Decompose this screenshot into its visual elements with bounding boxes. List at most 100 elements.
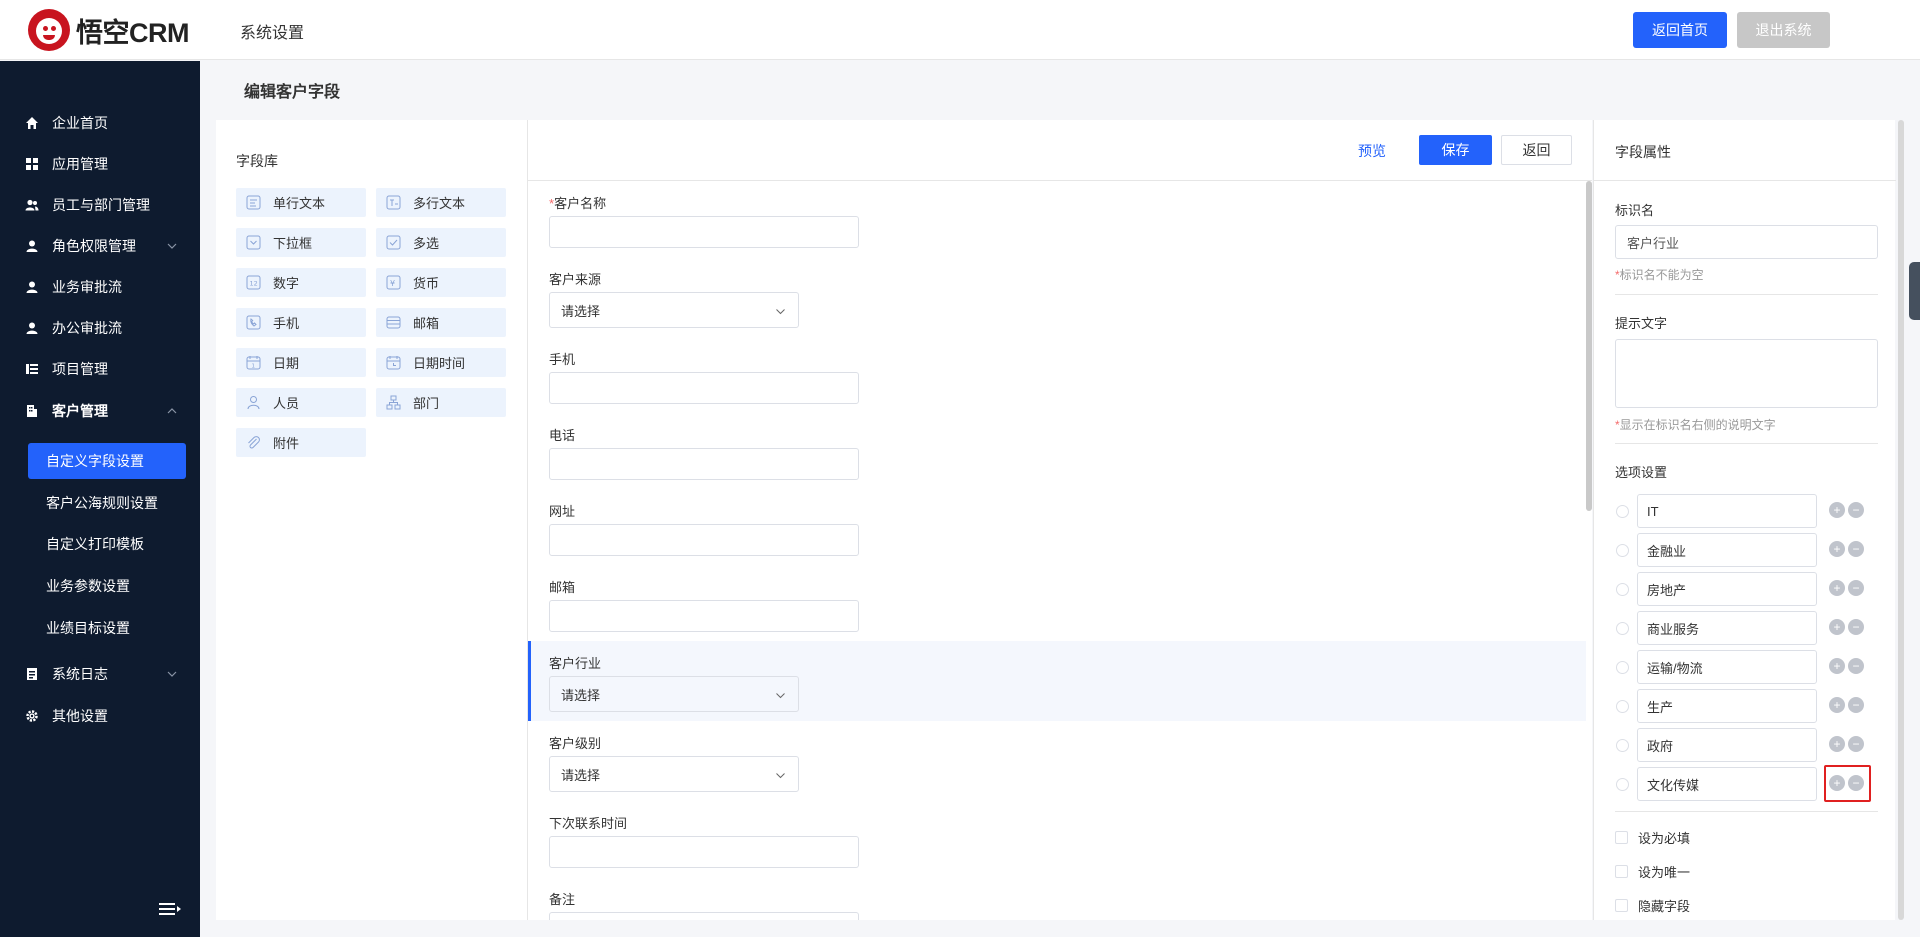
- svg-text:1: 1: [252, 364, 256, 370]
- option-default-radio[interactable]: [1616, 700, 1629, 713]
- add-option-icon[interactable]: +: [1829, 736, 1845, 752]
- tip-textarea[interactable]: [1615, 339, 1878, 408]
- sidebar-item-home[interactable]: 企业首页: [0, 106, 200, 140]
- add-option-icon[interactable]: +: [1829, 697, 1845, 713]
- field-type-email[interactable]: 邮箱: [376, 308, 506, 337]
- field-type-currency[interactable]: ¥ 货币: [376, 268, 506, 297]
- remove-option-icon[interactable]: −: [1848, 580, 1864, 596]
- option-input[interactable]: 金融业: [1637, 533, 1817, 567]
- field-type-mobile[interactable]: 手机: [236, 308, 366, 337]
- option-input[interactable]: 商业服务: [1637, 611, 1817, 645]
- option-default-radio[interactable]: [1616, 778, 1629, 791]
- form-scroll-area: *客户名称 客户来源 请选择 手机 电话 网址 邮箱 客户行业 请选择 客户级别…: [528, 181, 1592, 920]
- select-input[interactable]: 请选择: [549, 756, 799, 792]
- sidebar-sub-print-template[interactable]: 自定义打印模板: [28, 526, 186, 562]
- text-input[interactable]: [549, 912, 859, 920]
- text-input[interactable]: [549, 372, 859, 404]
- sidebar-sub-pool-rules[interactable]: 客户公海规则设置: [28, 485, 186, 521]
- form-field-next-contact-time[interactable]: 下次联系时间: [528, 801, 1586, 879]
- form-field-customer-industry[interactable]: 客户行业 请选择: [528, 641, 1586, 721]
- sidebar-item-system-log[interactable]: 系统日志: [0, 657, 200, 691]
- form-field-phone[interactable]: 电话: [528, 413, 1586, 491]
- page-scrollbar[interactable]: [1898, 120, 1904, 920]
- form-field-email[interactable]: 邮箱: [528, 565, 1586, 643]
- dropdown-icon: [246, 235, 261, 250]
- hidden-checkbox[interactable]: 隐藏字段: [1615, 897, 1690, 914]
- sidebar-sub-performance-goals[interactable]: 业绩目标设置: [28, 610, 186, 646]
- remove-option-icon[interactable]: −: [1848, 658, 1864, 674]
- sidebar-item-roles[interactable]: 角色权限管理: [0, 229, 200, 263]
- field-type-multi-select[interactable]: 多选: [376, 228, 506, 257]
- option-default-radio[interactable]: [1616, 661, 1629, 674]
- text-input[interactable]: [549, 448, 859, 480]
- add-option-icon[interactable]: +: [1829, 580, 1845, 596]
- field-type-attachment[interactable]: 附件: [236, 428, 366, 457]
- select-input[interactable]: 请选择: [549, 676, 799, 712]
- sidebar-sub-business-params[interactable]: 业务参数设置: [28, 568, 186, 604]
- field-type-dropdown[interactable]: 下拉框: [236, 228, 366, 257]
- select-input[interactable]: 请选择: [549, 292, 799, 328]
- preview-link[interactable]: 预览: [1358, 141, 1386, 161]
- field-type-multi-text[interactable]: 多行文本: [376, 188, 506, 217]
- option-input[interactable]: 运输/物流: [1637, 650, 1817, 684]
- checkbox[interactable]: [1615, 864, 1628, 878]
- unique-checkbox[interactable]: 设为唯一: [1615, 863, 1690, 880]
- exit-system-button[interactable]: 退出系统: [1737, 12, 1830, 48]
- logo[interactable]: 悟空CRM: [28, 9, 190, 51]
- form-scrollbar[interactable]: [1586, 181, 1592, 511]
- option-default-radio[interactable]: [1616, 622, 1629, 635]
- remove-option-icon[interactable]: −: [1848, 541, 1864, 557]
- remove-option-icon[interactable]: −: [1848, 697, 1864, 713]
- sidebar-item-apps[interactable]: 应用管理: [0, 147, 200, 181]
- add-option-icon[interactable]: +: [1829, 619, 1845, 635]
- option-input[interactable]: 房地产: [1637, 572, 1817, 606]
- text-input[interactable]: [549, 600, 859, 632]
- sidebar-item-other-settings[interactable]: 其他设置: [0, 699, 200, 733]
- text-input[interactable]: [549, 524, 859, 556]
- option-default-radio[interactable]: [1616, 505, 1629, 518]
- remove-option-icon[interactable]: −: [1848, 736, 1864, 752]
- sidebar-item-business-approval[interactable]: 业务审批流: [0, 270, 200, 304]
- field-type-datetime[interactable]: 日期时间: [376, 348, 506, 377]
- checkbox[interactable]: [1615, 898, 1628, 912]
- add-option-icon[interactable]: +: [1829, 658, 1845, 674]
- sidebar-sub-custom-fields[interactable]: 自定义字段设置: [28, 443, 186, 479]
- form-field-website[interactable]: 网址: [528, 489, 1586, 567]
- option-input[interactable]: 政府: [1637, 728, 1817, 762]
- option-input[interactable]: 文化传媒: [1637, 767, 1817, 801]
- required-checkbox[interactable]: 设为必填: [1615, 829, 1690, 846]
- text-input[interactable]: [549, 836, 859, 868]
- text-input[interactable]: [549, 216, 859, 248]
- option-input[interactable]: IT: [1637, 494, 1817, 528]
- sidebar-item-projects[interactable]: 项目管理: [0, 352, 200, 386]
- field-type-department[interactable]: 部门: [376, 388, 506, 417]
- form-field-customer-name[interactable]: *客户名称: [528, 181, 1586, 259]
- option-default-radio[interactable]: [1616, 739, 1629, 752]
- option-default-radio[interactable]: [1616, 544, 1629, 557]
- calendar-icon: 1: [246, 356, 261, 370]
- remove-option-icon[interactable]: −: [1848, 619, 1864, 635]
- form-field-notes[interactable]: 备注: [528, 877, 1586, 920]
- add-option-icon[interactable]: +: [1829, 541, 1845, 557]
- field-type-single-text[interactable]: 单行文本: [236, 188, 366, 217]
- sidebar-item-staff[interactable]: 员工与部门管理: [0, 188, 200, 222]
- edge-handle[interactable]: [1909, 262, 1920, 320]
- field-name-input[interactable]: 客户行业: [1615, 225, 1878, 259]
- form-field-customer-level[interactable]: 客户级别 请选择: [528, 721, 1586, 799]
- remove-option-icon[interactable]: −: [1848, 502, 1864, 518]
- sidebar-item-customers[interactable]: 客户管理: [0, 394, 200, 428]
- option-default-radio[interactable]: [1616, 583, 1629, 596]
- option-input[interactable]: 生产: [1637, 689, 1817, 723]
- save-button[interactable]: 保存: [1419, 135, 1492, 165]
- add-option-icon[interactable]: +: [1829, 502, 1845, 518]
- back-button[interactable]: 返回: [1501, 135, 1572, 165]
- form-field-mobile[interactable]: 手机: [528, 337, 1586, 415]
- sidebar-item-office-approval[interactable]: 办公审批流: [0, 311, 200, 345]
- checkbox[interactable]: [1615, 830, 1628, 844]
- back-home-button[interactable]: 返回首页: [1633, 12, 1727, 48]
- field-type-number[interactable]: 12 数字: [236, 268, 366, 297]
- collapse-menu-icon[interactable]: [158, 901, 182, 917]
- form-field-customer-source[interactable]: 客户来源 请选择: [528, 257, 1586, 335]
- field-type-person[interactable]: 人员: [236, 388, 366, 417]
- field-type-date[interactable]: 1 日期: [236, 348, 366, 377]
